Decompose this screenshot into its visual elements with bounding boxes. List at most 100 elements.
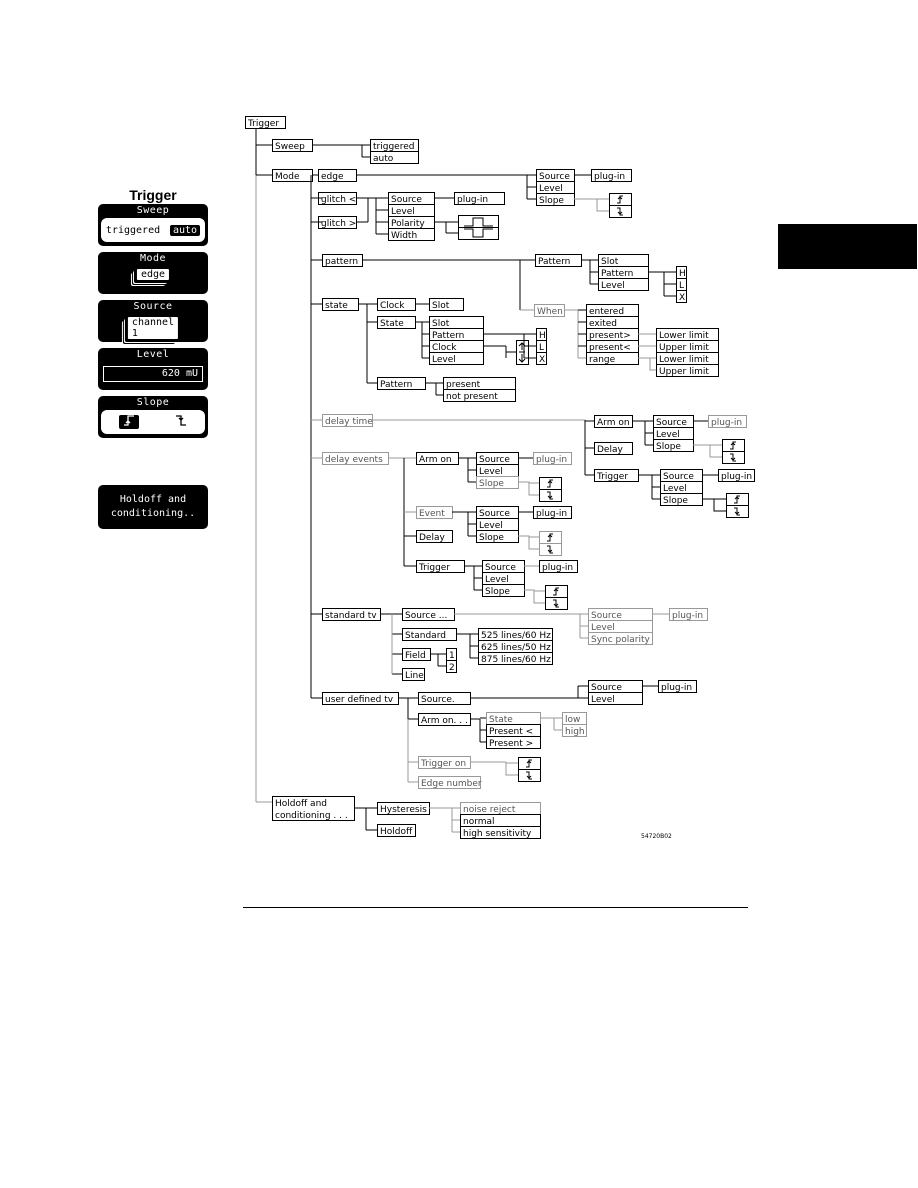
node-utv-source-label: Source. (421, 695, 455, 705)
node-state-slot-label: Slot (432, 319, 450, 329)
node-edge-source-label: Source (539, 172, 570, 182)
node-de-trig-slope-label: Slope (485, 587, 510, 597)
node-holdoff-label: Holdoff and (275, 799, 327, 809)
node-utv-arm-on-label: Arm on. . . (421, 716, 468, 726)
node-stv-875-label: 875 lines/60 Hz (481, 655, 551, 665)
node-utv-present-gt-label: Present > (489, 739, 533, 749)
node-when-present-lt-label: present< (589, 343, 631, 353)
node-dt-trig-source-label: Source (663, 472, 694, 482)
connector-line (505, 762, 518, 776)
node-de-arm-level-label: Level (479, 467, 503, 477)
node-glitch-polarity-label: Polarity (391, 219, 425, 229)
node-lower-limit-1-label: Lower limit (659, 331, 709, 341)
node-dt-trig-plugin-label: plug-in (721, 472, 752, 482)
node-edge-source-plugin-label: plug-in (594, 172, 625, 182)
node-de-ev-level-label: Level (479, 521, 503, 531)
node-de-delay-label: Delay (419, 533, 445, 543)
node-glitch-gt-label: glitch > (321, 219, 356, 229)
node-state-clock-slot-label: Slot (432, 301, 450, 311)
node-state-patternq-label: Pattern (380, 380, 412, 390)
node-utv-state-label: State (489, 715, 513, 725)
node-holdoff-label: conditioning . . . (275, 811, 348, 821)
node-stv-source-label: Source ... (405, 611, 447, 621)
node-stv-525-label: 525 lines/60 Hz (481, 631, 551, 641)
figure-id: 54720B02 (641, 833, 672, 840)
node-trigger-label: Trigger (247, 119, 279, 129)
node-sweep-triggered-label: triggered (373, 142, 414, 152)
node-when-range-label: range (589, 355, 616, 365)
connector-line (574, 198, 609, 212)
node-state-level-label: Level (432, 355, 456, 365)
node-hysteresis-label: Hysteresis (380, 805, 427, 815)
node-state-present-label: present (446, 380, 481, 390)
node-edge-label: edge (321, 172, 344, 182)
node-sweep-auto-label: auto (373, 154, 394, 164)
node-de-arm-plugin-label: plug-in (536, 455, 567, 465)
node-stv-src-level-label: Level (591, 623, 615, 633)
node-utv-src-source-label: Source (591, 683, 622, 693)
node-de-trigger-label: Trigger (418, 563, 450, 573)
node-glitch-lt-label: glitch < (321, 195, 356, 205)
node-pattern-x-label: X (679, 293, 685, 303)
node-de-ev-slope-label: Slope (479, 533, 504, 543)
node-delay-time-label: delay time (325, 417, 373, 427)
node-mode-label: Mode (275, 172, 300, 182)
node-delay-events-label: delay events (325, 455, 383, 465)
node-holdoff-holdoff-label: Holdoff (380, 827, 413, 837)
node-de-arm-on-label: Arm on (419, 455, 452, 465)
trigger-menu-tree-diagram: Trigger Sweep triggered auto Mode edge Source p… (245, 116, 755, 840)
node-dt-arm-level-label: Level (656, 430, 680, 440)
node-de-arm-source-label: Source (479, 455, 510, 465)
node-dt-trigger-label: Trigger (596, 472, 628, 482)
node-state-l-label: L (539, 343, 544, 353)
node-stv-standard-label: Standard (405, 631, 446, 641)
node-dt-trig-level-label: Level (663, 484, 687, 494)
node-pattern-slot-label: Slot (601, 257, 619, 267)
node-edge-slope-label: Slope (539, 196, 564, 206)
node-stv-625-label: 625 lines/50 Hz (481, 643, 551, 653)
connector-line (693, 444, 722, 458)
connector-line (518, 481, 539, 496)
connector-line (518, 535, 539, 550)
node-pattern-h-label: H (679, 269, 686, 279)
node-pattern-l-label: L (679, 281, 684, 291)
node-dt-arm-on-label: Arm on (597, 418, 630, 428)
node-upper-limit-1-label: Upper limit (659, 343, 709, 353)
node-stv-field-1-label: 1 (449, 651, 455, 661)
node-pattern-level-label: Level (601, 281, 625, 291)
node-de-trig-level-label: Level (485, 575, 509, 585)
node-stv-line-label: Line (405, 671, 424, 681)
node-utv-trigger-on-label: Trigger on (420, 759, 466, 769)
node-glitch-source-plugin-label: plug-in (457, 195, 488, 205)
node-utv-low-label: low (565, 715, 580, 725)
node-state-clock-label: Clock (380, 301, 405, 311)
node-dt-delay-label: Delay (597, 445, 623, 455)
node-de-ev-plugin-label: plug-in (536, 509, 567, 519)
node-glitch-source-label: Source (391, 195, 422, 205)
node-state-clock2-label: Clock (432, 343, 457, 353)
node-stv-src-sync-label: Sync polarity (591, 635, 651, 645)
node-lower-limit-2-label: Lower limit (659, 355, 709, 365)
connector-line (638, 357, 656, 371)
node-hyst-normal-label: normal (463, 817, 495, 827)
node-standard-tv-label: standard tv (325, 611, 377, 621)
node-dt-arm-plugin-label: plug-in (711, 418, 742, 428)
node-state-state-label: State (380, 319, 404, 329)
node-sweep-label: Sweep (275, 142, 305, 152)
node-hyst-high-label: high sensitivity (463, 829, 532, 839)
connector-line (702, 498, 726, 512)
node-hyst-noise-label: noise reject (463, 805, 516, 815)
node-when-entered-label: entered (589, 307, 624, 317)
node-state-label: state (325, 301, 348, 311)
node-dt-trig-slope-label: Slope (663, 496, 688, 506)
node-stv-src-plugin-label: plug-in (672, 611, 703, 621)
node-stv-src-source-label: Source (591, 611, 622, 621)
node-utv-src-plugin-label: plug-in (661, 683, 692, 693)
node-stv-field-label: Field (405, 651, 426, 661)
node-pattern-label: pattern (325, 257, 358, 267)
node-upper-limit-2-label: Upper limit (659, 367, 709, 377)
connector-line (524, 589, 545, 604)
node-state-x-label: X (539, 355, 545, 365)
node-edge-level-label: Level (539, 184, 563, 194)
node-glitch-level-label: Level (391, 207, 415, 217)
